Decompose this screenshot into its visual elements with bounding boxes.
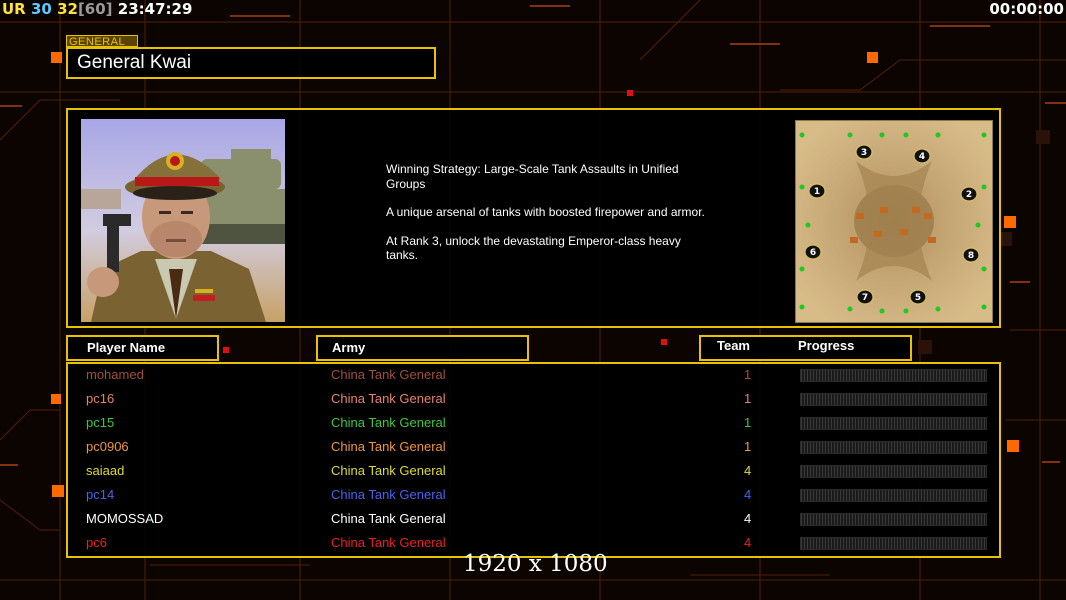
description-line-rank: At Rank 3, unlock the devastating Empero… [386, 233, 681, 263]
player-list: mohamed China Tank General 1 pc16 China … [66, 362, 1001, 558]
general-portrait [81, 119, 285, 322]
column-header-team-progress: Team Progress [699, 335, 912, 361]
player-name: pc14 [86, 487, 115, 502]
start-position-7-icon: 7 [856, 289, 874, 305]
player-army: China Tank General [331, 511, 446, 526]
player-progress-bar [800, 537, 987, 550]
player-row: pc16 China Tank General 1 [68, 388, 999, 412]
resolution-label: 1920 x 1080 [463, 551, 608, 577]
hud-ur-label: UR [2, 0, 26, 18]
player-name: pc15 [86, 415, 115, 430]
hud-fps-cap: [60] [77, 0, 113, 18]
column-header-team: Team [717, 338, 750, 353]
start-position-1-label: 1 [814, 187, 820, 197]
player-progress-bar [800, 513, 987, 526]
player-name: saiaad [86, 463, 125, 478]
general-description: Winning Strategy: Large-Scale Tank Assau… [386, 162, 716, 277]
player-progress-bar [800, 417, 987, 430]
map-preview[interactable]: 3 4 1 2 6 8 7 5 [795, 120, 993, 323]
player-row: pc15 China Tank General 1 [68, 412, 999, 436]
start-position-8-icon: 8 [962, 247, 980, 263]
player-army: China Tank General [331, 439, 446, 454]
player-progress-bar [800, 393, 987, 406]
player-progress-bar [800, 441, 987, 454]
start-position-3-icon: 3 [855, 144, 873, 160]
player-name: mohamed [86, 367, 144, 382]
player-army: China Tank General [331, 463, 446, 478]
player-progress-bar [800, 369, 987, 382]
player-name: pc16 [86, 391, 115, 406]
player-name: pc6 [86, 535, 107, 550]
player-name: MOMOSSAD [86, 511, 164, 526]
start-position-7-label: 7 [862, 293, 868, 303]
general-name: General Kwai [66, 47, 436, 79]
column-header-player-name: Player Name [66, 335, 219, 361]
fps-counter: UR 30 32[60] 23:47:29 [2, 0, 192, 18]
player-team: 1 [744, 391, 752, 406]
player-team: 4 [744, 535, 752, 550]
general-tag: GENERAL [66, 35, 138, 48]
player-team: 1 [744, 415, 752, 430]
column-header-army: Army [316, 335, 529, 361]
player-row: pc14 China Tank General 4 [68, 484, 999, 508]
player-team: 4 [744, 463, 752, 478]
description-line-strategy: Winning Strategy: Large-Scale Tank Assau… [386, 162, 679, 191]
player-row: MOMOSSAD China Tank General 4 [68, 508, 999, 532]
player-progress-bar [800, 465, 987, 478]
start-position-6-label: 6 [810, 248, 816, 258]
player-row: saiaad China Tank General 4 [68, 460, 999, 484]
hud-fps: 30 [30, 0, 52, 18]
player-team: 4 [744, 511, 752, 526]
start-position-5-icon: 5 [909, 289, 927, 305]
player-army: China Tank General [331, 415, 446, 430]
player-army: China Tank General [331, 367, 446, 382]
player-army: China Tank General [331, 535, 446, 550]
player-row: mohamed China Tank General 1 [68, 364, 999, 388]
player-row: pc0906 China Tank General 1 [68, 436, 999, 460]
description-line-arsenal: A unique arsenal of tanks with boosted f… [386, 205, 705, 219]
player-progress-bar [800, 489, 987, 502]
hud-clock: 23:47:29 [117, 0, 193, 18]
start-position-2-label: 2 [966, 190, 972, 200]
player-army: China Tank General [331, 391, 446, 406]
start-position-4-icon: 4 [913, 148, 931, 164]
game-timer: 00:00:00 [989, 0, 1064, 18]
start-position-1-icon: 1 [808, 183, 826, 199]
player-team: 1 [744, 439, 752, 454]
start-position-6-icon: 6 [804, 244, 822, 260]
start-position-4-label: 4 [919, 152, 925, 162]
start-position-5-label: 5 [915, 293, 921, 303]
player-army: China Tank General [331, 487, 446, 502]
start-position-8-label: 8 [968, 251, 974, 261]
player-team: 1 [744, 367, 752, 382]
player-name: pc0906 [86, 439, 129, 454]
player-team: 4 [744, 487, 752, 502]
start-position-3-label: 3 [861, 148, 867, 158]
hud-logic-fps: 32 [57, 0, 78, 18]
general-info-panel: Winning Strategy: Large-Scale Tank Assau… [66, 108, 1001, 328]
column-header-progress: Progress [798, 338, 855, 353]
start-position-2-icon: 2 [960, 186, 978, 202]
